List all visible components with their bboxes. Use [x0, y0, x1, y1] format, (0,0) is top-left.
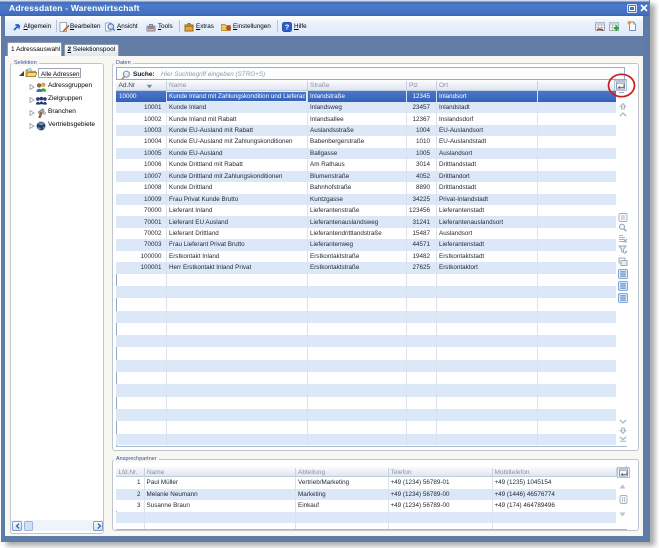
svg-text:?: ?	[285, 22, 290, 31]
